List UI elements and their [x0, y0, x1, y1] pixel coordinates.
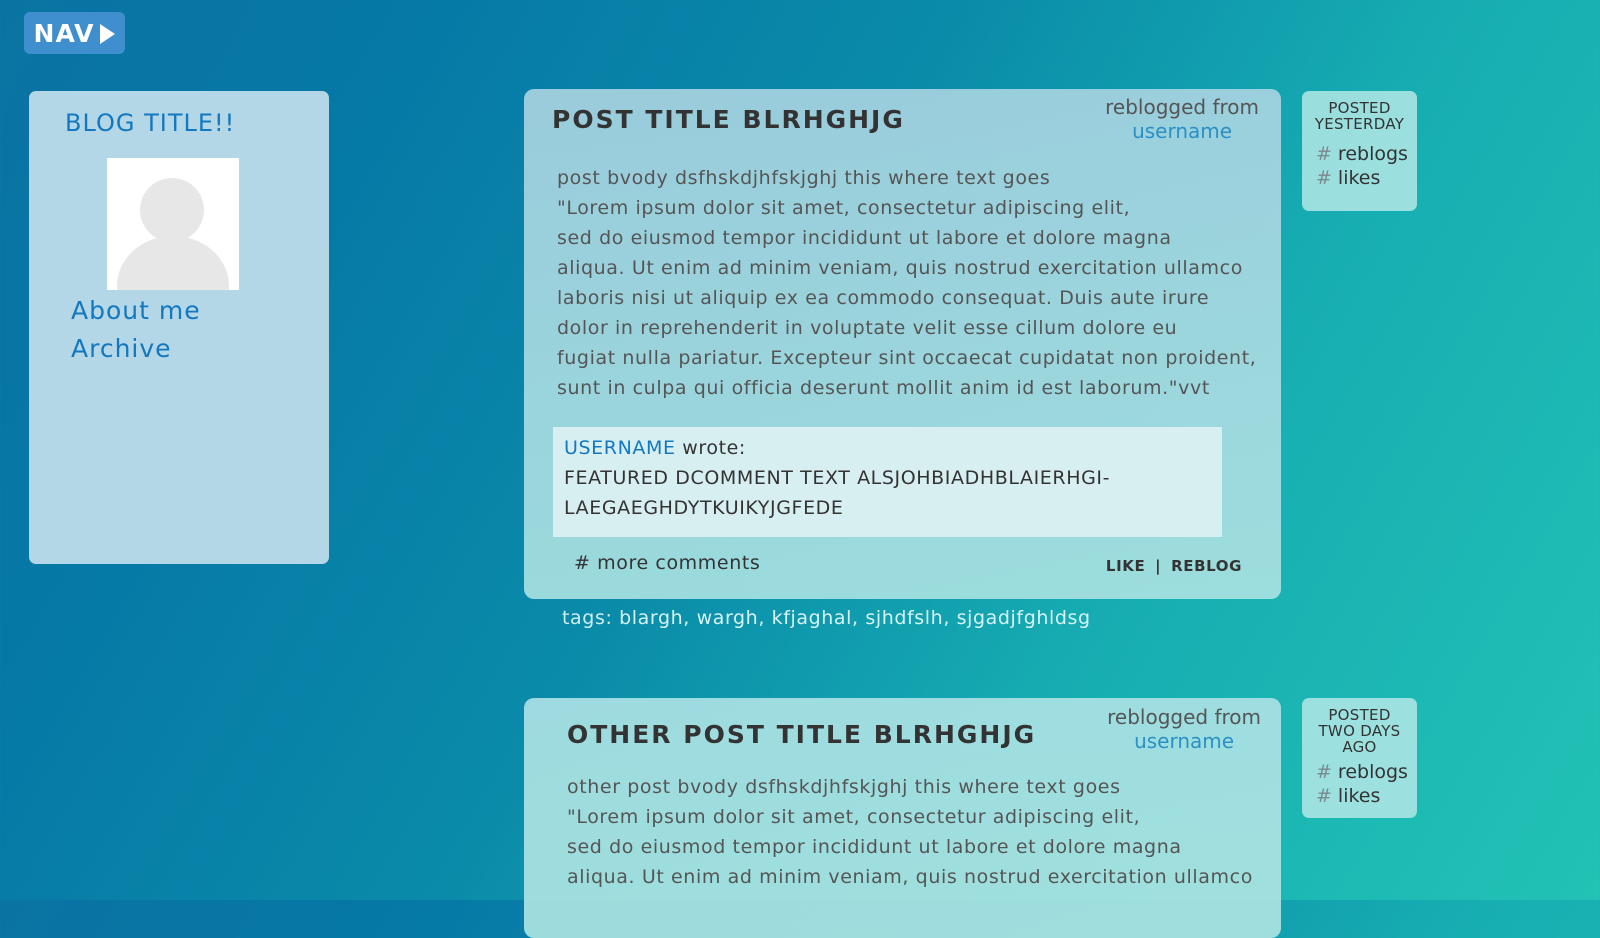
- likes-label: likes: [1337, 167, 1381, 189]
- hash-icon: #: [1316, 167, 1332, 189]
- posted-label: POSTED: [1328, 99, 1391, 117]
- blog-title: BLOG TITLE!!: [65, 109, 236, 137]
- reblogs-link[interactable]: # reblogs: [1302, 760, 1417, 784]
- post-title: OTHER POST TITLE BLRHGHJG: [567, 720, 1037, 749]
- posted-when: TWO DAYS: [1318, 722, 1401, 740]
- posted-date: POSTED TWO DAYS AGO: [1302, 698, 1417, 755]
- reblogs-label: reblogs: [1337, 143, 1408, 165]
- reblogs-link[interactable]: # reblogs: [1302, 142, 1417, 166]
- action-separator: |: [1155, 557, 1162, 575]
- nav-label: NAV: [33, 18, 95, 48]
- tag-link[interactable]: sjgadjfghldsg: [957, 607, 1091, 629]
- post-card: POST TITLE BLRHGHJG reblogged from usern…: [524, 89, 1281, 599]
- featured-comment-text: FEATURED DCOMMENT TEXT ALSJOHBIADHBLAIER…: [564, 467, 1111, 519]
- featured-comment-wrote: wrote:: [682, 437, 746, 459]
- reblogged-from: reblogged from username: [1105, 95, 1259, 143]
- hash-icon: #: [1316, 785, 1332, 807]
- hash-icon: #: [1316, 143, 1332, 165]
- reblogged-username-link[interactable]: username: [1107, 729, 1261, 753]
- post-meta: POSTED YESTERDAY # reblogs # likes: [1302, 91, 1417, 211]
- sidebar: BLOG TITLE!! About me Archive: [29, 91, 329, 564]
- avatar-body: [117, 236, 229, 290]
- likes-link[interactable]: # likes: [1302, 166, 1417, 190]
- tag-link[interactable]: sjhdfslh,: [865, 607, 950, 629]
- sidebar-link-archive[interactable]: Archive: [71, 334, 172, 363]
- reblogged-username-link[interactable]: username: [1105, 119, 1259, 143]
- reblogged-label: reblogged from: [1107, 705, 1261, 729]
- reblogged-label: reblogged from: [1105, 95, 1259, 119]
- reblogged-from: reblogged from username: [1107, 705, 1261, 753]
- posted-when-suffix: AGO: [1342, 738, 1377, 756]
- posted-date: POSTED YESTERDAY: [1302, 91, 1417, 132]
- posted-label: POSTED: [1328, 706, 1391, 724]
- post-meta: POSTED TWO DAYS AGO # reblogs # likes: [1302, 698, 1417, 818]
- avatar-head: [140, 178, 204, 242]
- featured-comment: USERNAME wrote: FEATURED DCOMMENT TEXT A…: [553, 427, 1222, 537]
- likes-link[interactable]: # likes: [1302, 784, 1417, 808]
- tag-link[interactable]: kfjaghal,: [772, 607, 859, 629]
- posted-when: YESTERDAY: [1314, 115, 1405, 133]
- post-tags: tags: blargh, wargh, kfjaghal, sjhdfslh,…: [562, 607, 1091, 629]
- tags-label: tags:: [562, 607, 613, 629]
- sidebar-link-about[interactable]: About me: [71, 296, 201, 325]
- likes-label: likes: [1337, 785, 1381, 807]
- like-button[interactable]: LIKE: [1106, 557, 1145, 575]
- reblog-button[interactable]: REBLOG: [1171, 557, 1242, 575]
- post-body: post bvody dsfhskdjhfskjghj this where t…: [557, 167, 1257, 399]
- post-card: OTHER POST TITLE BLRHGHJG reblogged from…: [524, 698, 1281, 938]
- featured-comment-user[interactable]: USERNAME: [564, 437, 676, 459]
- more-comments-link[interactable]: # more comments: [574, 552, 760, 574]
- play-arrow-icon: [100, 23, 116, 44]
- avatar: [107, 158, 239, 290]
- nav-button[interactable]: NAV: [24, 12, 125, 54]
- tag-link[interactable]: blargh,: [619, 607, 690, 629]
- post-body: other post bvody dsfhskdjhfskjghj this w…: [567, 776, 1253, 888]
- post-title: POST TITLE BLRHGHJG: [552, 105, 905, 134]
- reblogs-label: reblogs: [1337, 761, 1408, 783]
- tag-link[interactable]: wargh,: [697, 607, 765, 629]
- hash-icon: #: [1316, 761, 1332, 783]
- post-actions: LIKE | REBLOG: [1106, 557, 1242, 575]
